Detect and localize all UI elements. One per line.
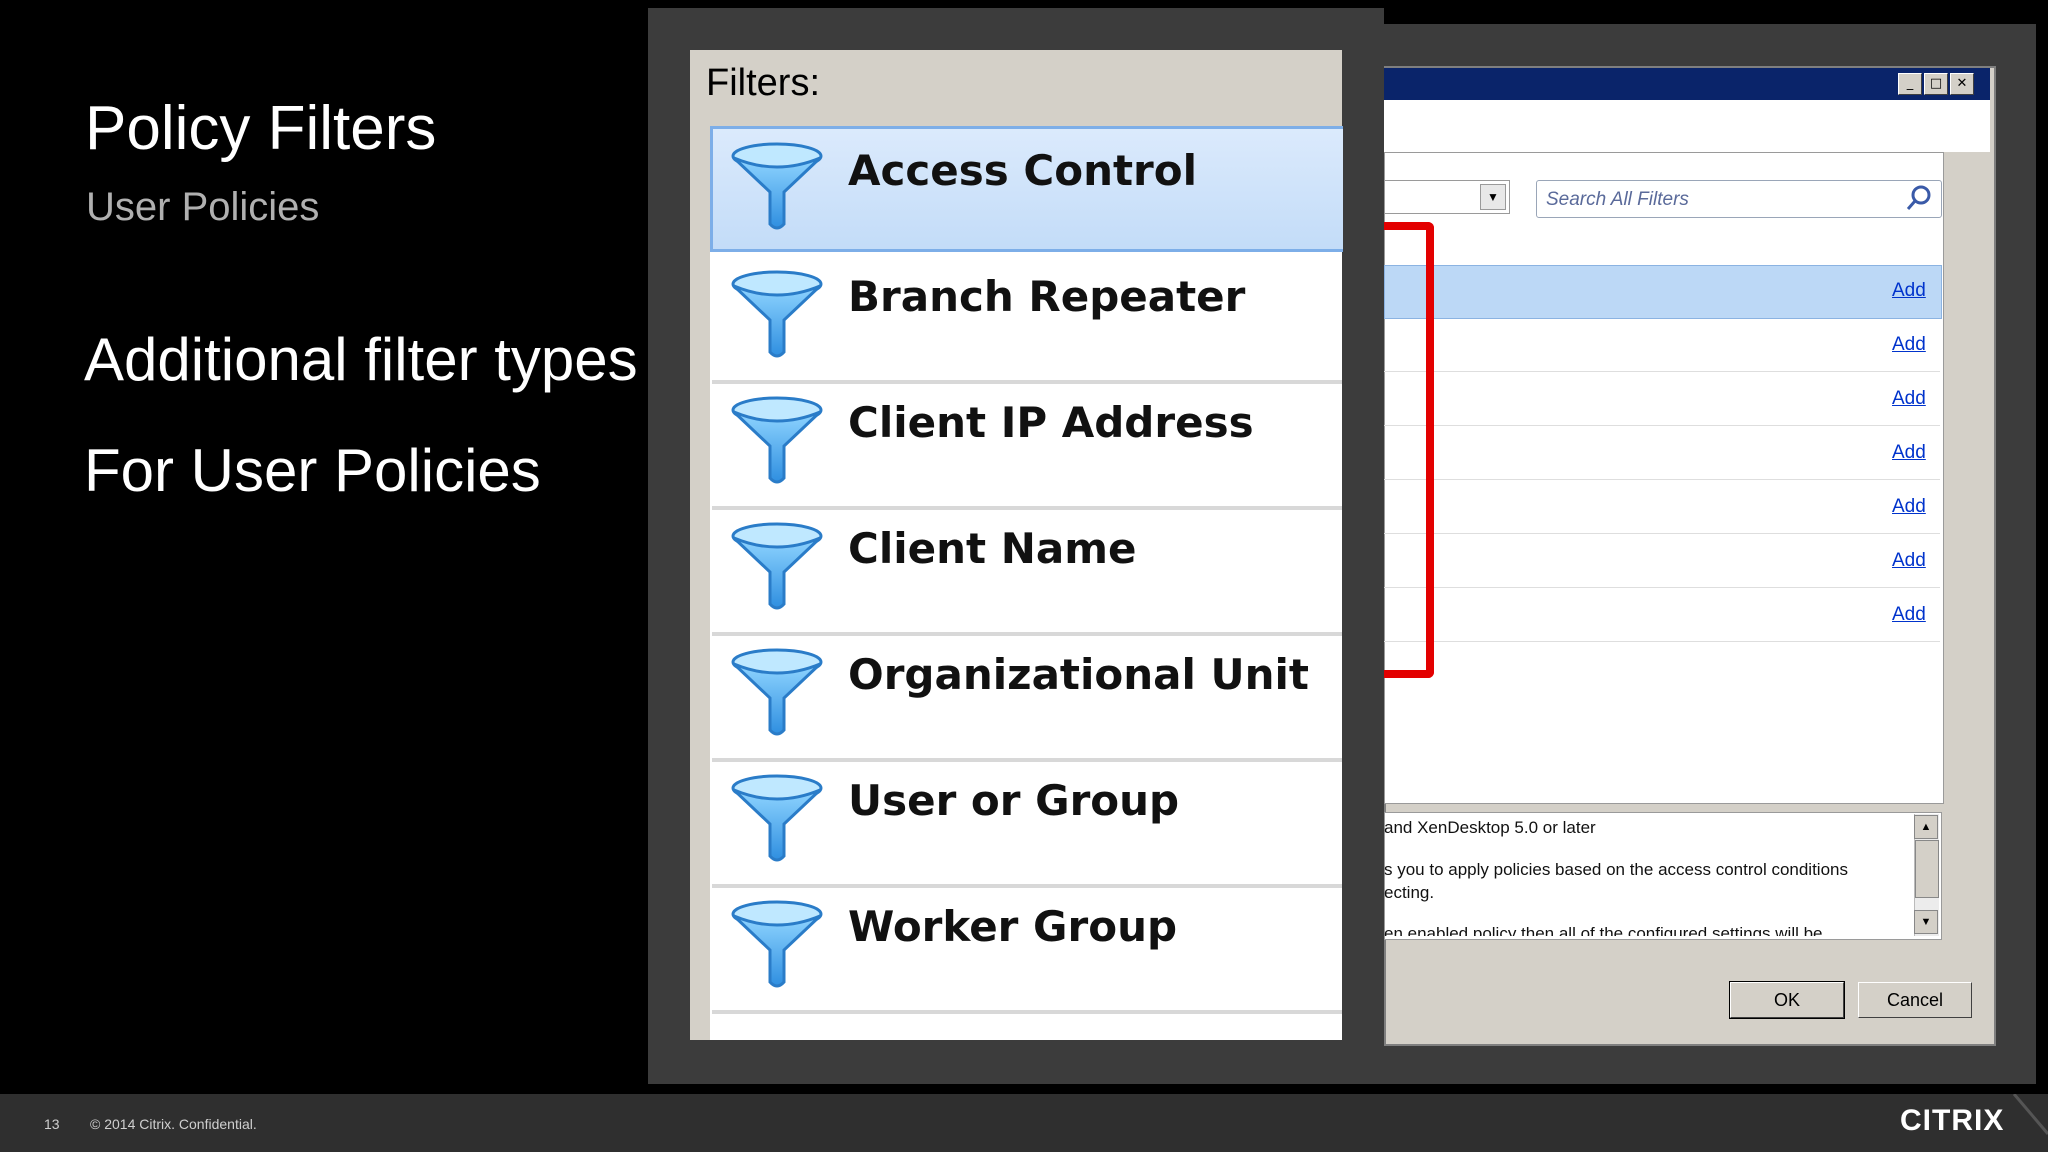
filter-label: Worker Group: [848, 902, 1178, 951]
minimize-button[interactable]: _: [1898, 73, 1922, 95]
filter-row[interactable]: [1384, 589, 1940, 642]
bullet-for-user-policies: For User Policies: [84, 437, 541, 504]
cancel-button[interactable]: Cancel: [1858, 982, 1972, 1018]
add-link[interactable]: Add: [1892, 604, 1926, 626]
funnel-icon: [731, 396, 823, 484]
description-line: ecting.: [1384, 883, 1435, 902]
add-link[interactable]: Add: [1892, 496, 1926, 518]
copyright-text: © 2014 Citrix. Confidential.: [90, 1116, 257, 1132]
filter-label: Client IP Address: [848, 398, 1254, 447]
maximize-button[interactable]: □: [1924, 73, 1948, 95]
filter-row[interactable]: [1384, 265, 1942, 319]
filter-row[interactable]: [1384, 535, 1940, 588]
search-placeholder: Search All Filters: [1546, 189, 1689, 210]
funnel-icon: [731, 648, 823, 736]
filter-label: Organizational Unit: [848, 650, 1309, 699]
chevron-down-icon[interactable]: ▼: [1480, 184, 1506, 210]
filters-label: Filters:: [706, 62, 820, 104]
footer-corner-decoration: [2012, 1094, 2048, 1135]
filter-row[interactable]: [1384, 319, 1940, 372]
add-link[interactable]: Add: [1892, 550, 1926, 572]
funnel-icon: [731, 270, 823, 358]
dialog-header-area: [1384, 100, 1990, 152]
filter-label: Client Name: [848, 524, 1137, 573]
footer-bar: [0, 1094, 2048, 1152]
funnel-icon: [731, 522, 823, 610]
page-number: 13: [44, 1116, 60, 1132]
filter-label: User or Group: [848, 776, 1180, 825]
funnel-icon: [731, 774, 823, 862]
description-line: and XenDesktop 5.0 or later: [1384, 818, 1596, 837]
add-link[interactable]: Add: [1892, 334, 1926, 356]
description-line: en enabled policy then all of the config…: [1384, 924, 1823, 936]
description-line: s you to apply policies based on the acc…: [1384, 860, 1848, 879]
close-button[interactable]: ✕: [1950, 73, 1974, 95]
bullet-additional-filter-types: Additional filter types: [84, 326, 638, 393]
add-link[interactable]: Add: [1892, 280, 1926, 302]
citrix-logo: CITRIX: [1900, 1104, 2005, 1137]
filter-row[interactable]: [1384, 427, 1940, 480]
scroll-up-icon[interactable]: ▲: [1914, 815, 1938, 839]
slide-subtitle: User Policies: [86, 185, 320, 229]
slide-title: Policy Filters: [85, 94, 437, 163]
filter-label: Access Control: [848, 146, 1198, 195]
filter-row[interactable]: [1384, 481, 1940, 534]
search-icon[interactable]: [1904, 183, 1934, 213]
funnel-icon: [731, 142, 823, 230]
add-link[interactable]: Add: [1892, 388, 1926, 410]
filter-label: Branch Repeater: [848, 272, 1246, 321]
add-link[interactable]: Add: [1892, 442, 1926, 464]
scroll-down-icon[interactable]: ▼: [1914, 910, 1938, 934]
ok-button[interactable]: OK: [1729, 981, 1845, 1019]
funnel-icon: [731, 900, 823, 988]
filter-row[interactable]: [1384, 373, 1940, 426]
scroll-thumb[interactable]: [1915, 840, 1939, 898]
